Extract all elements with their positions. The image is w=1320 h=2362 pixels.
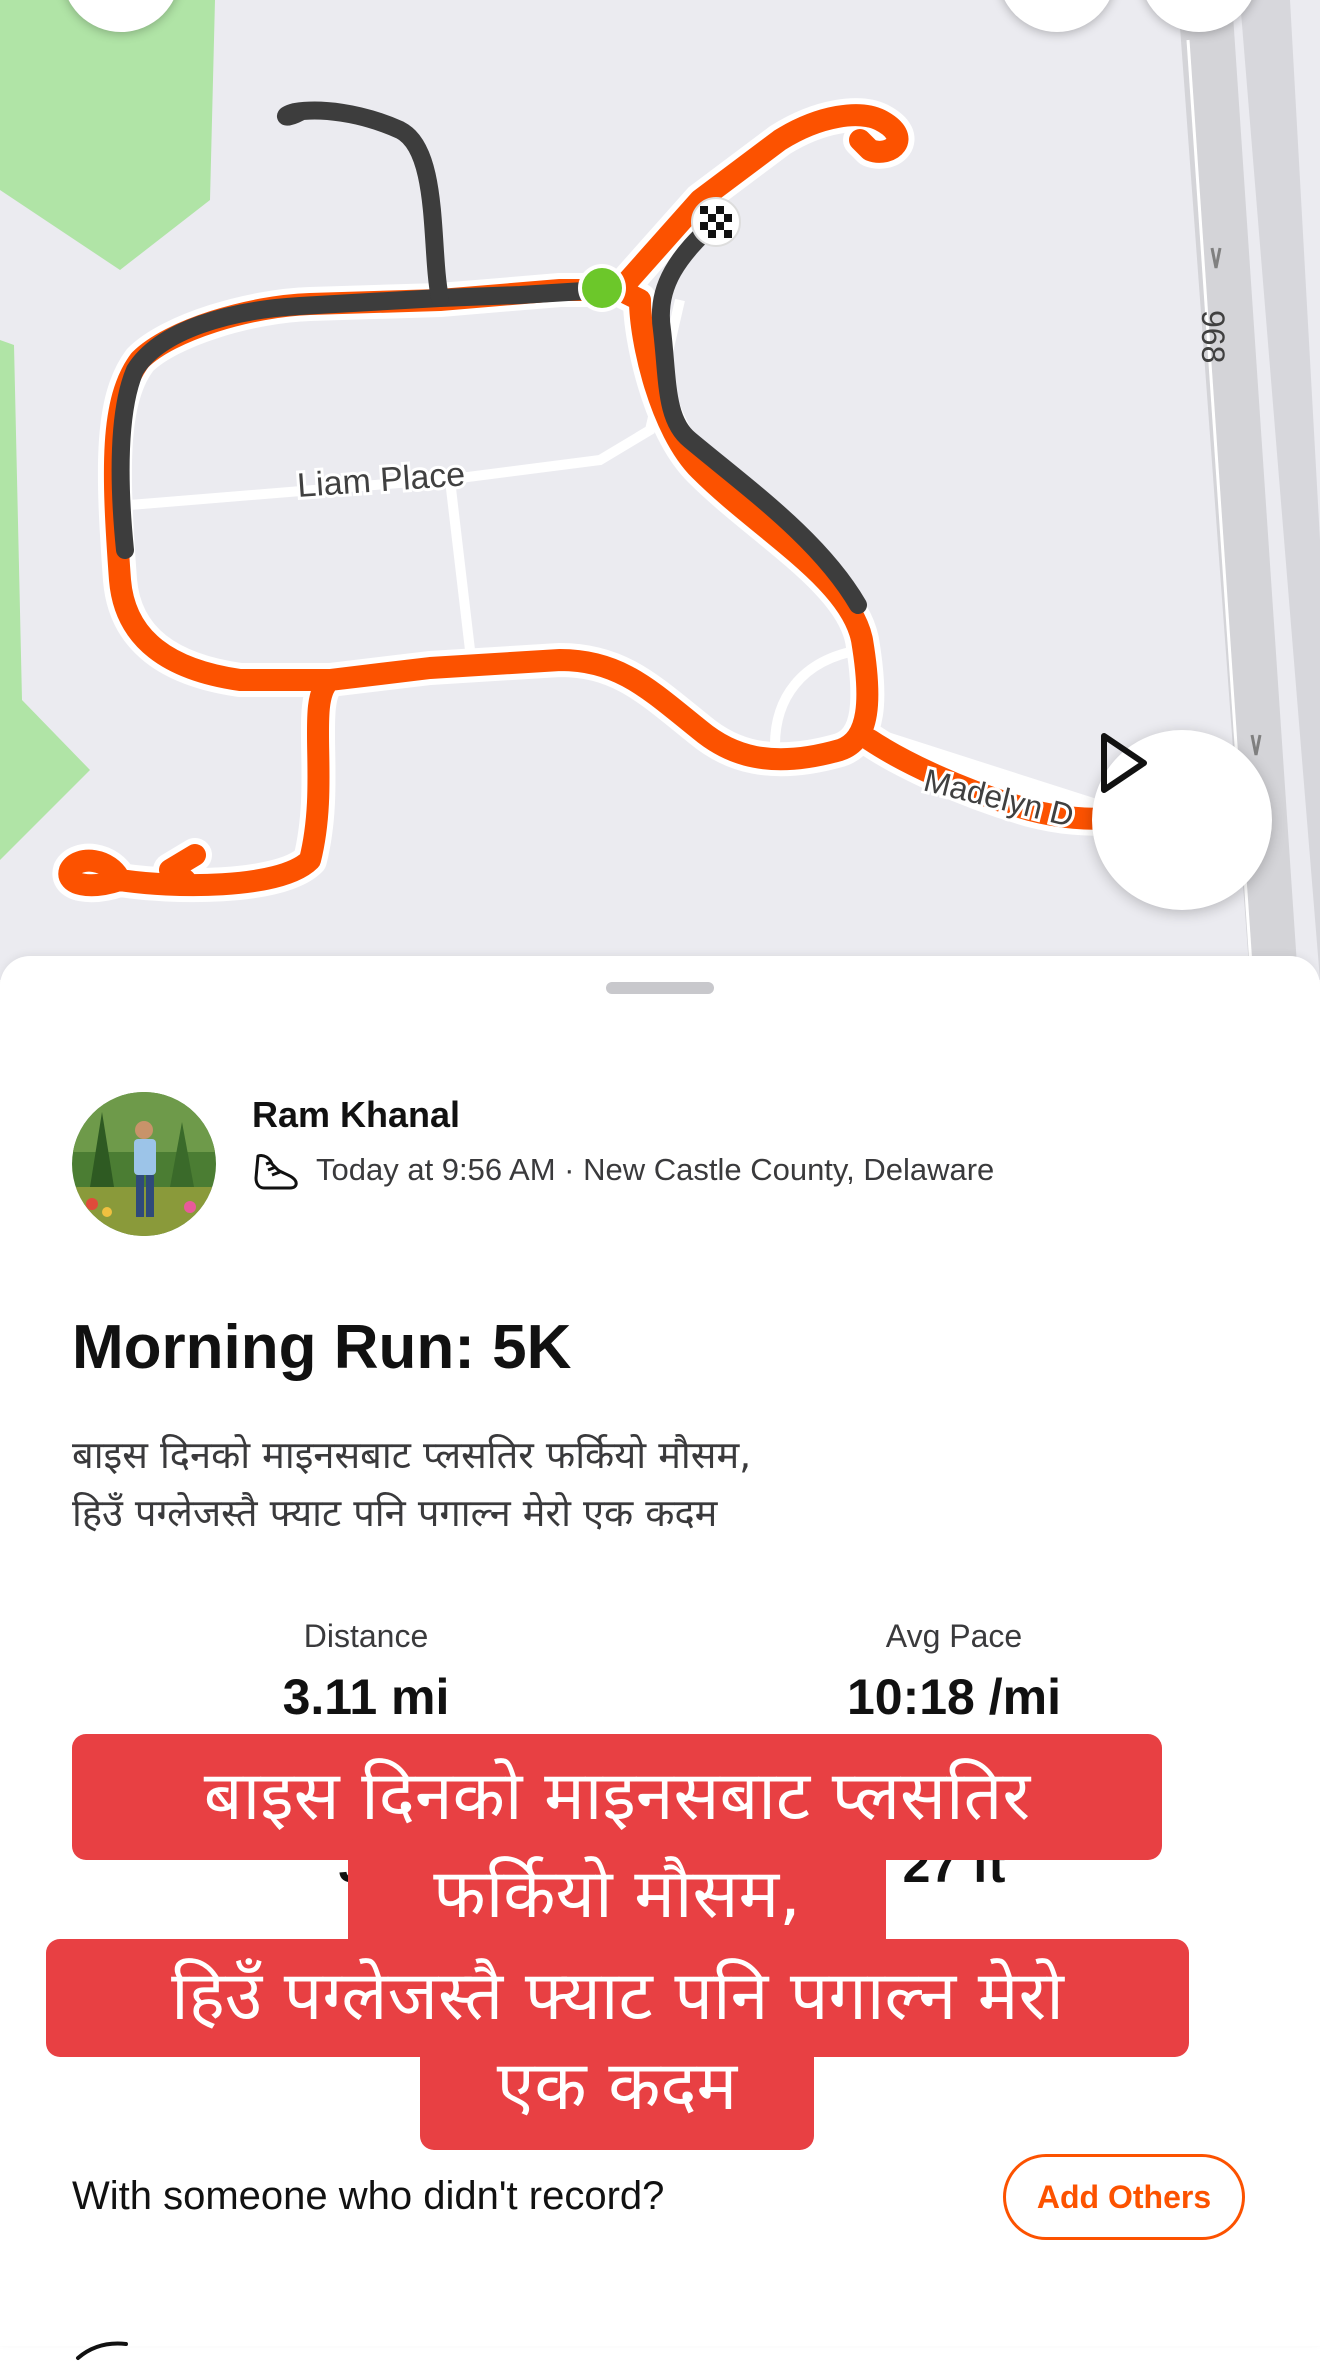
avatar[interactable] bbox=[72, 1092, 216, 1236]
avatar-photo bbox=[72, 1092, 216, 1236]
add-others-button[interactable]: Add Others bbox=[1003, 2154, 1245, 2240]
stat-value-avg-pace: 10:18 /mi bbox=[846, 1669, 1061, 1725]
description-line: हिउँ पग्लेजस्तै फ्याट पनि पगाल्न मेरो एक… bbox=[72, 1491, 718, 1535]
athlete-name[interactable]: Ram Khanal bbox=[252, 1094, 460, 1136]
route-map[interactable]: Liam Place Madelyn D 968 bbox=[0, 0, 1320, 980]
activity-meta: Today at 9:56 AM · New Castle County, De… bbox=[252, 1148, 994, 1192]
partial-icon bbox=[76, 2341, 128, 2360]
running-shoe-icon bbox=[254, 1154, 298, 1190]
play-icon bbox=[1101, 733, 1147, 793]
stat-label-avg-pace: Avg Pace bbox=[885, 1618, 1023, 1654]
street-label-liam-place: Liam Place bbox=[296, 455, 466, 505]
caption-line: फर्कियो मौसम, bbox=[433, 1855, 801, 1934]
activity-title: Morning Run: 5K bbox=[72, 1313, 572, 1382]
stat-value-distance: 3.11 mi bbox=[282, 1669, 450, 1725]
play-flyover-button[interactable] bbox=[1092, 730, 1272, 910]
start-dot-icon bbox=[578, 264, 626, 312]
stat-label-distance: Distance bbox=[303, 1618, 429, 1654]
sheet-drag-handle[interactable] bbox=[606, 982, 714, 994]
activity-description: बाइस दिनको माइनसबाट प्लसतिर फर्कियो मौसम… bbox=[72, 1426, 1222, 1542]
caption-line: एक कदम bbox=[496, 2047, 738, 2126]
street-label-968: 968 bbox=[1195, 310, 1231, 363]
activity-sheet: Ram Khanal Today at 9:56 AM · New Castle… bbox=[0, 956, 1320, 2360]
description-line: बाइस दिनको माइनसबाट प्लसतिर फर्कियो मौसम… bbox=[72, 1433, 752, 1477]
finish-flag-icon bbox=[691, 197, 741, 247]
caption-line: हिउँ पग्लेजस्तै फ्याट पनि पगाल्न मेरो bbox=[171, 1957, 1064, 2036]
caption-line: बाइस दिनको माइनसबाट प्लसतिर bbox=[203, 1757, 1031, 1836]
activity-meta-text: Today at 9:56 AM · New Castle County, De… bbox=[316, 1152, 995, 1187]
partners-question: With someone who didn't record? bbox=[72, 2174, 665, 2218]
